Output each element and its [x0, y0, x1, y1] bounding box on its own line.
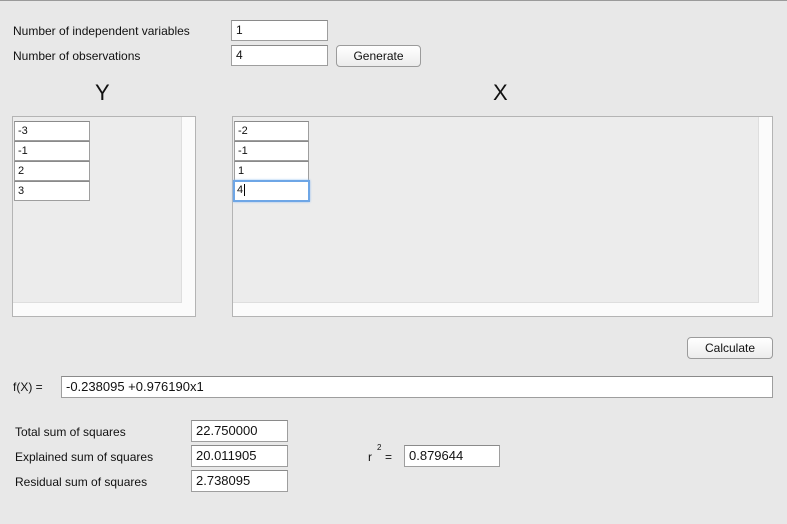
calculate-button[interactable]: Calculate — [687, 337, 773, 359]
x-panel-viewport — [233, 117, 759, 303]
y-value-field[interactable]: 3 — [14, 181, 90, 201]
x-value-field[interactable]: -2 — [234, 121, 309, 141]
num-vars-input[interactable]: 1 — [231, 20, 328, 41]
num-obs-label: Number of observations — [13, 49, 141, 63]
y-value-field[interactable]: -1 — [14, 141, 90, 161]
generate-button[interactable]: Generate — [336, 45, 421, 67]
x-value-text: 4 — [237, 184, 244, 196]
r2-label-superscript: 2 — [377, 443, 382, 452]
window-top-border — [0, 0, 787, 1]
text-caret — [244, 184, 246, 197]
y-value-field[interactable]: 2 — [14, 161, 90, 181]
r2-equals: = — [385, 450, 393, 464]
y-heading: Y — [95, 80, 110, 105]
y-value-field[interactable]: -3 — [14, 121, 90, 141]
num-obs-input[interactable]: 4 — [231, 45, 328, 66]
ess-label: Explained sum of squares — [15, 450, 154, 464]
rss-output[interactable]: 2.738095 — [191, 470, 288, 492]
x-value-field[interactable]: 1 — [234, 161, 309, 181]
r2-label-base: r — [368, 450, 372, 464]
x-value-field[interactable]: -1 — [234, 141, 309, 161]
formula-label: f(X) = — [13, 380, 43, 394]
num-vars-label: Number of independent variables — [13, 24, 190, 38]
x-values-panel[interactable] — [232, 116, 773, 317]
rss-label: Residual sum of squares — [15, 475, 148, 489]
formula-output[interactable]: -0.238095 +0.976190x1 — [61, 376, 773, 398]
tss-output[interactable]: 22.750000 — [191, 420, 288, 442]
x-heading: X — [493, 80, 508, 105]
r2-output[interactable]: 0.879644 — [404, 445, 500, 467]
ess-output[interactable]: 20.011905 — [191, 445, 288, 467]
tss-label: Total sum of squares — [15, 425, 126, 439]
x-value-field-focused[interactable]: 4 — [233, 180, 310, 202]
